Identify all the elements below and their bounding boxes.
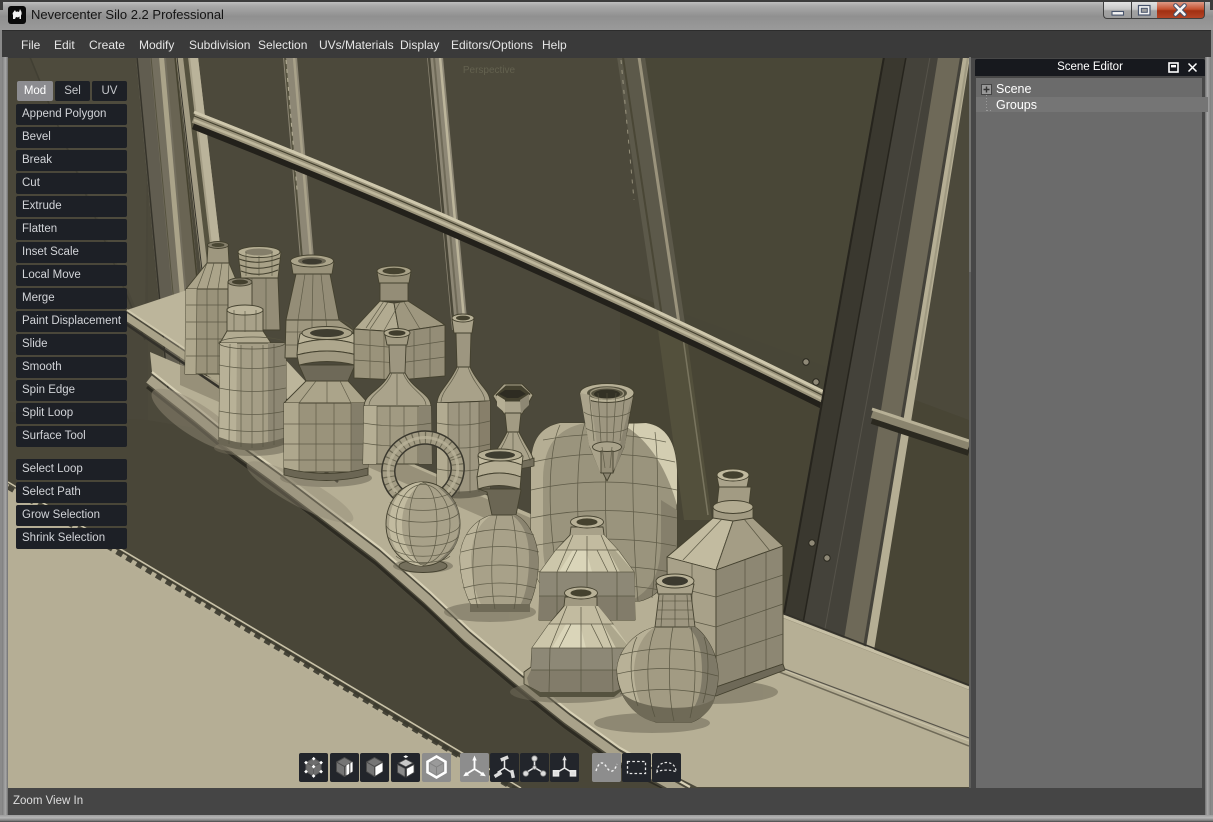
svg-text:Perspective: Perspective bbox=[463, 65, 516, 76]
